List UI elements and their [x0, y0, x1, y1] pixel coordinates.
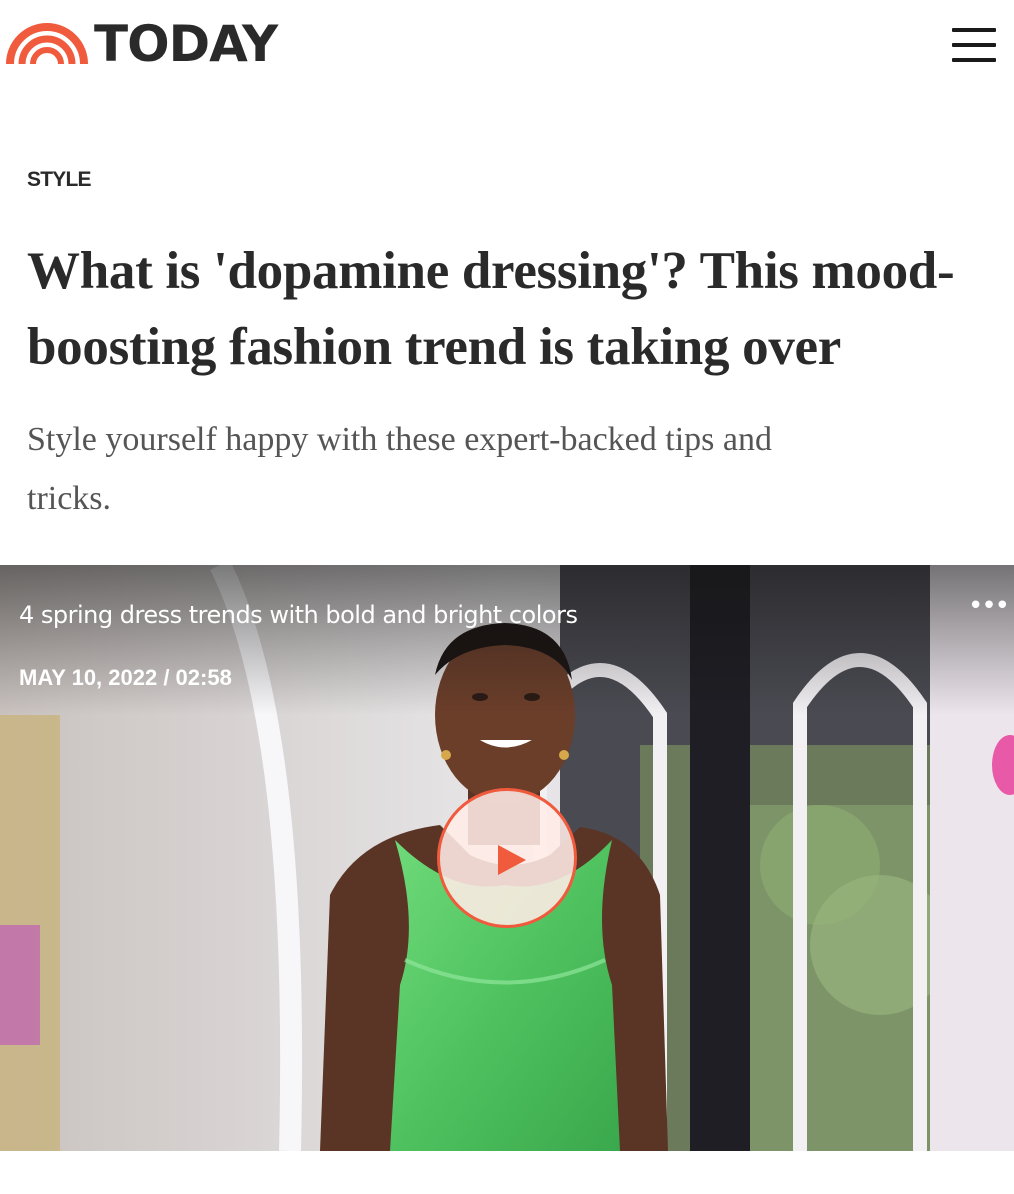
- article-headline: What is 'dopamine dressing'? This mood- …: [27, 233, 987, 385]
- headline-line-2: boosting fashion trend is taking over: [27, 318, 841, 376]
- headline-line-1: What is 'dopamine dressing'? This mood-: [27, 242, 955, 300]
- logo-wordmark: TODAY: [94, 15, 278, 73]
- site-header: TODAY: [0, 0, 1014, 92]
- video-title[interactable]: 4 spring dress trends with bold and brig…: [19, 601, 578, 629]
- play-button[interactable]: [437, 788, 577, 928]
- article-dek: Style yourself happy with these expert-b…: [27, 410, 957, 528]
- dek-line-1: Style yourself happy with these expert-b…: [27, 421, 772, 458]
- play-icon: [498, 845, 526, 875]
- today-logo[interactable]: TODAY: [6, 15, 278, 73]
- section-label[interactable]: STYLE: [27, 168, 91, 192]
- dek-line-2: tricks.: [27, 480, 112, 517]
- video-title-gradient: [0, 565, 1014, 715]
- video-player[interactable]: 4 spring dress trends with bold and brig…: [0, 565, 1014, 1151]
- video-date-duration: MAY 10, 2022 / 02:58: [19, 665, 232, 690]
- rainbow-logo-icon: [6, 23, 88, 65]
- hamburger-menu-icon[interactable]: [952, 26, 996, 64]
- more-dots-icon[interactable]: •••: [968, 591, 1010, 621]
